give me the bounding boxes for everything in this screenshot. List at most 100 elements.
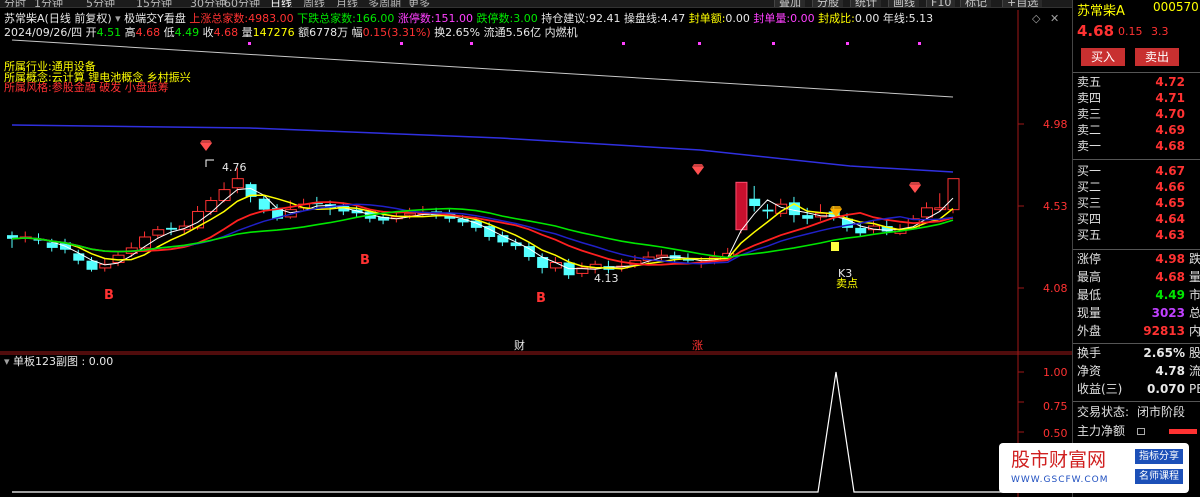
flow-bar (1169, 429, 1197, 434)
stat-row-label: 外盘 (1077, 324, 1102, 338)
gem-icon (909, 185, 921, 193)
mark-button[interactable]: 标记 (960, 0, 991, 7)
stat-row[interactable]: 收益(三) 0.070 PE (1073, 382, 1200, 397)
tab-30min[interactable]: 30分钟 (190, 0, 226, 7)
low-label: 低 (163, 26, 175, 39)
stat-row-label: 换手 (1077, 346, 1102, 360)
event-limit-up-label[interactable]: 涨 (692, 340, 703, 352)
tab-daily[interactable]: 日线 (270, 0, 292, 7)
max-pointer (205, 159, 214, 167)
panel-price: 4.68 (1077, 22, 1115, 40)
tab-fenshi[interactable]: 分时 (4, 0, 26, 7)
signal-dot (470, 42, 473, 45)
sell-level-value: 4.68 (1155, 139, 1185, 153)
stats-button[interactable]: 统计 (850, 0, 881, 7)
buy-level[interactable]: 买五 4.63 (1073, 228, 1200, 243)
tab-1min[interactable]: 1分钟 (34, 0, 63, 7)
stat-row[interactable]: 外盘 92813 内 (1073, 324, 1200, 339)
float-label: 流通 (483, 26, 506, 39)
stat-row-label: 最低 (1077, 288, 1102, 302)
y-tick-label: 4.08 (1043, 282, 1068, 295)
chevron-down-icon[interactable]: ▾ (4, 355, 10, 368)
stat-row-value: 2.65% (1143, 346, 1185, 360)
limit-down-value: 3.00 (513, 12, 538, 25)
down-total-label: 下跌总家数: (297, 12, 356, 25)
event-finance-label[interactable]: 财 (514, 340, 525, 352)
sell-level[interactable]: 卖四 4.71 (1073, 91, 1200, 106)
sell-level[interactable]: 卖一 4.68 (1073, 139, 1200, 154)
buy-signal-label: B (536, 291, 546, 306)
stat-row[interactable]: 净资 4.78 流 (1073, 364, 1200, 379)
sell-point-label: 卖点 (836, 277, 858, 290)
sub-y-tick: 0.75 (1043, 400, 1068, 413)
price-axis-labels: 4.98 4.53 4.08 (1018, 118, 1068, 295)
sub-chart-title[interactable]: 单板123副图 : 0.00 (13, 355, 113, 368)
sell-level-label: 卖一 (1077, 139, 1102, 153)
f10-button[interactable]: F10 (926, 0, 956, 7)
buy-level-value: 4.64 (1155, 212, 1185, 226)
buy-level[interactable]: 买二 4.66 (1073, 180, 1200, 195)
main-flow-row: 主力净额 (1073, 424, 1200, 439)
candle-body (404, 212, 417, 216)
stock-name: 苏常柴A (4, 12, 45, 25)
tab-weekly[interactable]: 周线 (303, 0, 325, 7)
stat-row-label: 涨停 (1077, 252, 1102, 266)
quote-date: 2024/09/26/四 (4, 26, 83, 39)
gem-icon (200, 140, 212, 143)
tab-60min[interactable]: 60分钟 (224, 0, 260, 7)
split-button[interactable]: 分股 (812, 0, 843, 7)
trade-state-row: 交易状态: 闭市阶段 (1073, 405, 1200, 420)
position-label: 持仓建议: (541, 12, 589, 25)
limit-up-value: 151.00 (434, 12, 474, 25)
sell-level-value: 4.71 (1155, 91, 1185, 105)
candle-body (258, 198, 270, 210)
stat-row-value: 3023 (1151, 306, 1185, 320)
sell-level-value: 4.70 (1155, 107, 1185, 121)
signal-dot (698, 42, 701, 45)
tab-monthly[interactable]: 月线 (336, 0, 358, 7)
sell-level[interactable]: 卖五 4.72 (1073, 75, 1200, 90)
stat-row[interactable]: 涨停 4.98 跌 (1073, 252, 1200, 267)
sell-level[interactable]: 卖二 4.69 (1073, 123, 1200, 138)
min-price-label: 4.13 (594, 272, 619, 285)
sell-level[interactable]: 卖三 4.70 (1073, 107, 1200, 122)
buy-level[interactable]: 买一 4.67 (1073, 164, 1200, 179)
buy-level[interactable]: 买四 4.64 (1073, 212, 1200, 227)
tab-15min[interactable]: 15分钟 (136, 0, 172, 7)
stat-row-extra: 总 (1189, 306, 1200, 320)
buy-signal-label: B (104, 288, 114, 303)
draw-button[interactable]: 画线 (888, 0, 919, 7)
candle-body (73, 253, 85, 261)
stat-row[interactable]: 最低 4.49 市 (1073, 288, 1200, 303)
tab-5min[interactable]: 5分钟 (86, 0, 115, 7)
chevron-down-icon[interactable]: ▾ (115, 12, 121, 25)
overlay-button[interactable]: 叠加 (774, 0, 805, 7)
style-line: 所属风格:参股金融 破发 小盘蓝筹 (4, 82, 169, 94)
candle-body (218, 189, 231, 202)
close-icon[interactable]: ✕ (1050, 13, 1059, 25)
buy-button[interactable]: 买入 (1081, 48, 1125, 66)
sell-button[interactable]: 卖出 (1135, 48, 1179, 66)
ma-white-line (11, 187, 954, 270)
checkbox-icon[interactable] (1137, 428, 1145, 435)
gem-icon (830, 206, 842, 209)
indicator-name[interactable]: 极端交Y看盘 (124, 12, 186, 25)
quote-panel: 苏常柴A 000570 4.68 0.15 3.3 买入 卖出 卖五 4.72 卖四… (1072, 0, 1200, 497)
tab-multi-period[interactable]: 多周期 (368, 0, 401, 7)
divider (1073, 72, 1200, 73)
buy-level[interactable]: 买三 4.65 (1073, 196, 1200, 211)
sell-marker (831, 242, 839, 251)
stat-row-label: 现量 (1077, 306, 1102, 320)
trade-state-label: 交易状态: (1077, 405, 1130, 419)
stat-row[interactable]: 最高 4.68 量 (1073, 270, 1200, 285)
sell-level-label: 卖三 (1077, 107, 1102, 121)
stat-row[interactable]: 现量 3023 总 (1073, 306, 1200, 321)
divider (1073, 343, 1200, 344)
tab-more[interactable]: 更多 (408, 0, 430, 7)
open-value: 4.51 (96, 26, 122, 39)
stat-row[interactable]: 换手 2.65% 股 (1073, 346, 1200, 361)
float-value: 5.56亿 (505, 26, 542, 39)
amount-label: 额 (298, 26, 310, 39)
diamond-icon[interactable]: ◇ (1032, 13, 1040, 25)
add-favorite-button[interactable]: +自选 (1002, 0, 1043, 7)
